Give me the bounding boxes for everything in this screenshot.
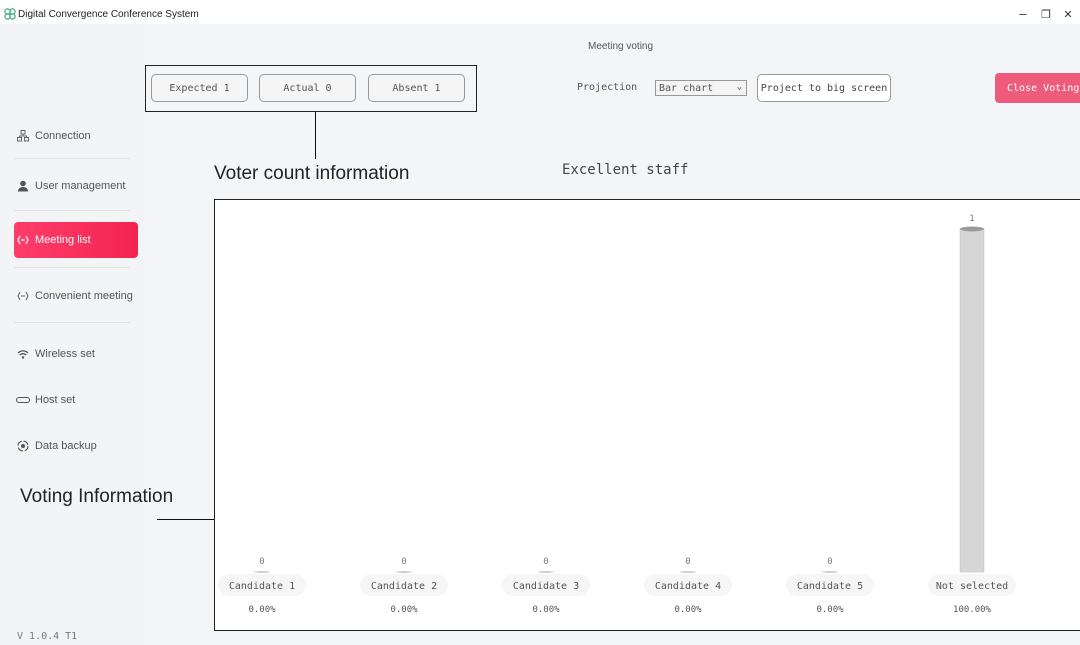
app-logo-icon [4,8,16,20]
chart-title: Excellent staff [562,162,689,178]
expected-count: Expected 1 [151,74,248,102]
bar [822,571,838,573]
percentage-label: 0.00% [532,605,560,615]
category-label: Candidate 1 [229,581,295,592]
wifi-icon [16,347,30,361]
sidebar-item-data-backup[interactable]: Data backup [14,428,138,464]
window-title: Digital Convergence Conference System [18,9,199,20]
sidebar-item-wireless-set[interactable]: Wireless set [14,336,138,372]
bar [959,228,985,573]
percentage-label: 0.00% [390,605,418,615]
sidebar-item-label: Data backup [35,440,97,452]
actual-count: Actual 0 [259,74,356,102]
category-label: Candidate 4 [655,581,721,592]
voter-count-annotation: Voter count information [214,163,410,184]
projection-value: Bar chart [659,82,714,94]
data-label: 0 [259,557,264,567]
chevron-down-icon: ⌄ [736,82,742,92]
category-label: Not selected [936,581,1008,592]
version-label: V 1.0.4 T1 [17,631,78,642]
bar [396,571,412,573]
category-label: Candidate 2 [371,581,437,592]
connection-icon [16,129,30,143]
sidebar-item-meeting-list[interactable]: Meeting list [14,222,138,258]
voting-info-annotation: Voting Information [20,486,174,507]
backup-icon [16,439,30,453]
close-voting-button[interactable]: Close Voting [995,73,1080,103]
sidebar-item-label: Wireless set [35,348,95,360]
user-icon [16,179,30,193]
data-label: 1 [969,214,974,224]
minimize-button[interactable]: – [1013,6,1033,21]
percentage-label: 0.00% [248,605,276,615]
sidebar-divider [14,267,130,268]
callout-line [315,112,316,159]
projection-select[interactable]: Bar chart ⌄ [655,80,747,96]
sidebar-item-connection[interactable]: Connection [14,118,138,154]
sidebar-item-convenient-meeting[interactable]: Convenient meeting [14,278,138,314]
sidebar-divider [14,158,130,159]
callout-line [157,519,214,520]
convenient-meeting-icon [16,289,30,303]
voting-bar-chart: 0 Candidate 1 0.00% 0 Candidate 2 0.00% 0 Candi… [218,214,1016,615]
host-icon [16,393,30,407]
sidebar-item-user-management[interactable]: User management [14,168,138,204]
percentage-label: 100.00% [953,605,992,615]
category-label: Candidate 3 [513,581,579,592]
sidebar-item-label: Connection [35,130,91,142]
page-title: Meeting voting [588,41,654,52]
sidebar-item-label: User management [35,180,126,192]
meeting-list-icon [16,233,30,247]
close-window-button[interactable]: ✕ [1058,8,1078,21]
sidebar-divider [14,322,130,323]
sidebar-item-label: Host set [35,394,76,406]
bar [680,571,696,573]
data-label: 0 [827,557,832,567]
data-label: 0 [543,557,548,567]
project-to-big-screen-button[interactable]: Project to big screen [757,74,891,102]
category-label: Candidate 5 [797,581,863,592]
absent-count: Absent 1 [368,74,465,102]
percentage-label: 0.00% [816,605,844,615]
bar [254,571,270,573]
data-label: 0 [401,557,406,567]
sidebar-item-label: Convenient meeting [35,290,133,302]
sidebar-item-host-set[interactable]: Host set [14,382,138,418]
sidebar-divider [14,210,130,211]
projection-label: Projection [577,82,638,93]
sidebar-item-label: Meeting list [35,234,91,246]
data-label: 0 [685,557,690,567]
bar [538,571,554,573]
bar-cap [960,226,984,232]
percentage-label: 0.00% [674,605,702,615]
maximize-button[interactable]: ❐ [1036,8,1056,21]
